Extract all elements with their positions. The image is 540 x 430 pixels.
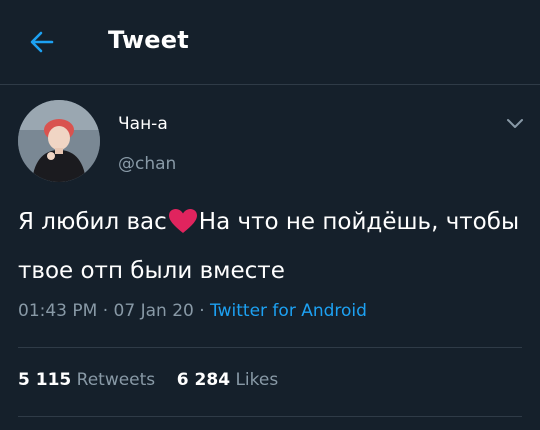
chevron-down-icon — [507, 119, 523, 128]
meta-separator: · — [102, 301, 109, 321]
retweets-label: Retweets — [76, 370, 156, 390]
back-button[interactable] — [28, 28, 56, 56]
tweet-meta: 01:43 PM · 07 Jan 20 · Twitter for Andro… — [18, 301, 367, 321]
tweet-time: 01:43 PM — [18, 301, 98, 321]
red-heart-icon — [168, 205, 198, 249]
meta-separator-2: · — [199, 301, 205, 321]
avatar-image — [18, 100, 100, 182]
likes-count: 6 284 — [176, 370, 231, 390]
author-handle[interactable]: @chan — [118, 154, 176, 174]
divider-bottom — [18, 416, 522, 417]
tweet-source-link[interactable]: Twitter for Android — [210, 301, 367, 321]
arrow-left-icon — [30, 31, 54, 53]
retweets-stat[interactable]: 5 115 Retweets — [18, 370, 155, 390]
tweet-date: 07 Jan 20 — [113, 301, 194, 321]
top-bar: Tweet — [0, 0, 540, 85]
likes-label: Likes — [235, 370, 279, 390]
page-title: Tweet — [108, 26, 189, 54]
tweet-menu-button[interactable] — [504, 114, 526, 132]
engagement-stats: 5 115 Retweets 6 284 Likes — [18, 370, 278, 390]
author-name[interactable]: Чан-а — [118, 114, 168, 134]
tweet-text: Я любил вас На что не пойдёшь, чтобы твое… — [18, 200, 528, 293]
avatar[interactable] — [18, 100, 100, 182]
tweet-text-part1: Я любил вас — [18, 209, 167, 235]
divider — [18, 347, 522, 348]
likes-stat[interactable]: 6 284 Likes — [177, 370, 278, 390]
retweets-count: 5 115 — [18, 370, 72, 390]
